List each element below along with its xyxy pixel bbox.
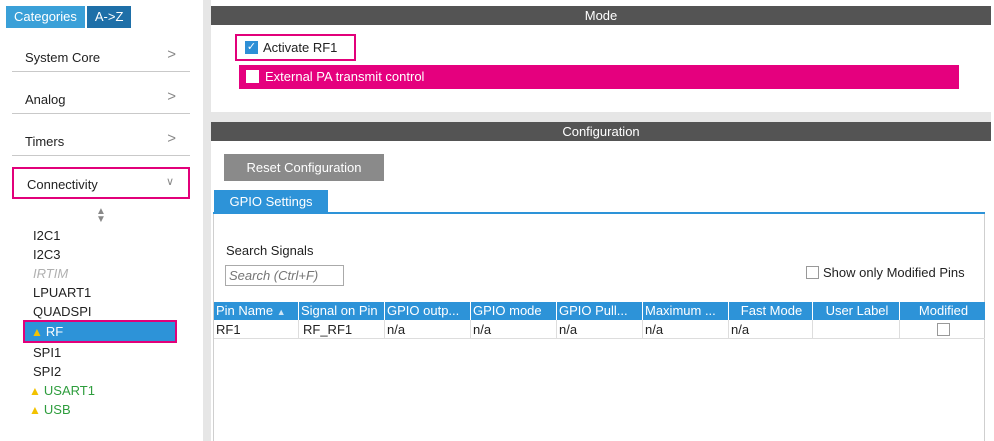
list-item-spi2[interactable]: SPI2 xyxy=(33,364,61,383)
table-header: Pin Name ▲ Signal on Pin GPIO outp... GP… xyxy=(214,302,985,320)
category-tabs: Categories A->Z xyxy=(6,6,132,28)
cell-modified xyxy=(900,320,985,338)
chevron-right-icon: > xyxy=(167,88,176,105)
cell-signal: RF_RF1 xyxy=(299,320,385,338)
chevron-right-icon: > xyxy=(167,130,176,147)
column-gpio-mode[interactable]: GPIO mode xyxy=(471,302,557,320)
mode-header: Mode xyxy=(211,6,991,25)
cell-fast-mode: n/a xyxy=(729,320,813,338)
panel-divider[interactable] xyxy=(203,0,211,441)
column-fast-mode[interactable]: Fast Mode xyxy=(729,302,813,320)
warning-icon: ▲ xyxy=(31,325,43,339)
category-label: Analog xyxy=(25,92,66,107)
cell-gpio-pull: n/a xyxy=(557,320,643,338)
cell-pin-name: RF1 xyxy=(214,320,299,338)
category-system-core[interactable]: System Core > xyxy=(12,40,190,72)
list-item-lpuart1[interactable]: LPUART1 xyxy=(33,285,91,304)
cell-gpio-mode: n/a xyxy=(471,320,557,338)
column-maximum[interactable]: Maximum ... xyxy=(643,302,729,320)
list-item-label: USB xyxy=(43,402,71,417)
column-signal-on-pin[interactable]: Signal on Pin xyxy=(299,302,385,320)
list-item-label: USART1 xyxy=(43,383,95,398)
category-timers[interactable]: Timers > xyxy=(12,124,190,156)
external-pa-label: External PA transmit control xyxy=(265,69,425,84)
category-analog[interactable]: Analog > xyxy=(12,82,190,114)
checkbox-checked-icon: ✓ xyxy=(245,41,258,54)
list-item-i2c3[interactable]: I2C3 xyxy=(33,247,60,266)
column-gpio-pull[interactable]: GPIO Pull... xyxy=(557,302,643,320)
tab-categories[interactable]: Categories xyxy=(6,6,85,28)
list-item-usb[interactable]: ▲ USB xyxy=(29,402,71,421)
gpio-table: Pin Name ▲ Signal on Pin GPIO outp... GP… xyxy=(214,302,985,339)
external-pa-checkbox[interactable] xyxy=(246,70,259,84)
warning-icon: ▲ xyxy=(29,384,41,398)
table-row[interactable]: RF1 RF_RF1 n/a n/a n/a n/a n/a xyxy=(214,320,985,339)
show-modified-checkbox[interactable]: Show only Modified Pins xyxy=(806,265,965,280)
chevron-down-icon: ∨ xyxy=(165,176,174,188)
show-modified-label: Show only Modified Pins xyxy=(823,265,965,280)
modified-checkbox[interactable] xyxy=(937,323,950,337)
column-pin-name[interactable]: Pin Name ▲ xyxy=(214,302,299,320)
category-label: Timers xyxy=(25,134,65,149)
list-item-i2c1[interactable]: I2C1 xyxy=(33,228,60,247)
section-gap xyxy=(211,112,991,122)
column-user-label[interactable]: User Label xyxy=(813,302,900,320)
sort-asc-icon: ▲ xyxy=(276,307,286,317)
list-item-spi1[interactable]: SPI1 xyxy=(33,345,61,364)
activate-rf1-checkbox[interactable]: ✓ Activate RF1 xyxy=(235,34,356,61)
chevron-right-icon: > xyxy=(167,46,176,63)
category-label: System Core xyxy=(25,50,101,65)
activate-rf1-label: Activate RF1 xyxy=(263,40,338,55)
list-item-rf[interactable]: ▲ RF xyxy=(23,320,177,343)
configuration-header: Configuration xyxy=(211,122,991,141)
checkbox-icon xyxy=(806,266,819,280)
list-item-label: RF xyxy=(45,324,64,339)
category-connectivity[interactable]: Connectivity ∨ xyxy=(12,167,190,199)
reset-configuration-button[interactable]: Reset Configuration xyxy=(224,154,384,181)
search-input[interactable] xyxy=(225,265,344,286)
warning-icon: ▲ xyxy=(29,403,41,417)
tab-az[interactable]: A->Z xyxy=(86,6,132,28)
sort-icon[interactable]: ▲ ▼ xyxy=(96,207,106,225)
external-pa-row[interactable]: External PA transmit control xyxy=(239,65,959,89)
cell-gpio-output: n/a xyxy=(385,320,471,338)
list-item-irtim[interactable]: IRTIM xyxy=(33,266,68,285)
cell-maximum: n/a xyxy=(643,320,729,338)
column-gpio-output[interactable]: GPIO outp... xyxy=(385,302,471,320)
left-panel: Categories A->Z System Core > Analog > T… xyxy=(0,0,203,441)
column-modified[interactable]: Modified xyxy=(900,302,985,320)
list-item-usart1[interactable]: ▲ USART1 xyxy=(29,383,95,402)
search-signals-label: Search Signals xyxy=(226,243,314,258)
tab-gpio-settings[interactable]: GPIO Settings xyxy=(214,190,328,213)
cell-user-label[interactable] xyxy=(813,320,900,338)
category-label: Connectivity xyxy=(27,177,98,192)
